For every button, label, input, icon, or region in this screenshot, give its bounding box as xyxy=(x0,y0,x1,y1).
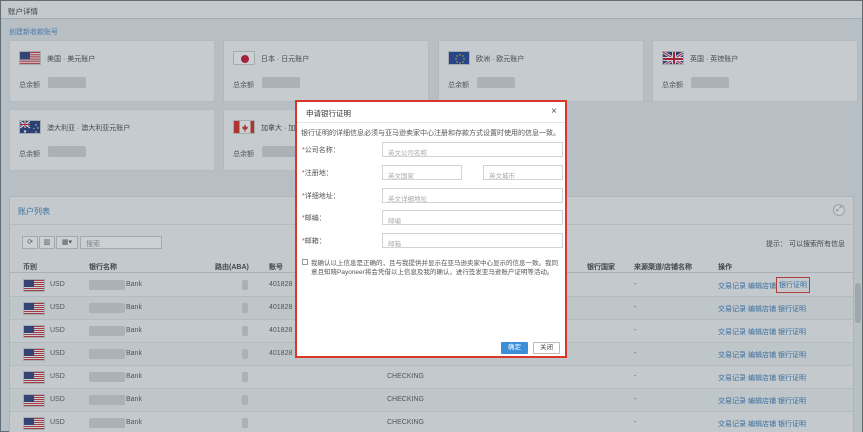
input-placeholder: 英文国家 xyxy=(388,173,414,180)
email-label: *邮箱： xyxy=(302,238,326,245)
dialog-description: 银行证明的详细信息必须与亚马逊卖家中心注册和存款方式设置时使用的信息一致。 xyxy=(301,130,560,137)
registration-label: *注册地： xyxy=(302,170,333,177)
close-icon[interactable]: × xyxy=(551,106,557,117)
company-label: *公司名称： xyxy=(302,147,340,154)
address-label: *详细地址： xyxy=(302,193,340,200)
close-button[interactable]: 关闭 xyxy=(533,342,560,354)
input-placeholder: 邮编 xyxy=(388,218,401,225)
input-placeholder: 邮箱 xyxy=(388,241,401,248)
zip-input[interactable]: 邮编 xyxy=(382,210,563,225)
dialog-header: 申请银行证明 × xyxy=(297,102,565,123)
input-placeholder: 英文公司名称 xyxy=(388,150,427,157)
country-input[interactable]: 英文国家 xyxy=(382,165,462,180)
zip-label: *邮编： xyxy=(302,215,326,222)
bank-certificate-dialog: 申请银行证明 × 银行证明的详细信息必须与亚马逊卖家中心注册和存款方式设置时使用… xyxy=(295,100,567,358)
input-placeholder: 英文详细地址 xyxy=(388,196,427,203)
confirm-button[interactable]: 确定 xyxy=(501,342,528,354)
input-placeholder: 英文城市 xyxy=(489,173,515,180)
email-input[interactable]: 邮箱 xyxy=(382,233,563,248)
agreement-checkbox[interactable] xyxy=(302,259,308,265)
company-name-input[interactable]: 英文公司名称 xyxy=(382,142,563,157)
dialog-title: 申请银行证明 xyxy=(306,109,351,118)
agreement-text: 我确认以上信息是正确的，且与我提供并显示在亚马逊卖家中心显示的信息一致。我同意且… xyxy=(311,260,558,276)
address-input[interactable]: 英文详细地址 xyxy=(382,188,563,203)
city-input[interactable]: 英文城市 xyxy=(483,165,563,180)
